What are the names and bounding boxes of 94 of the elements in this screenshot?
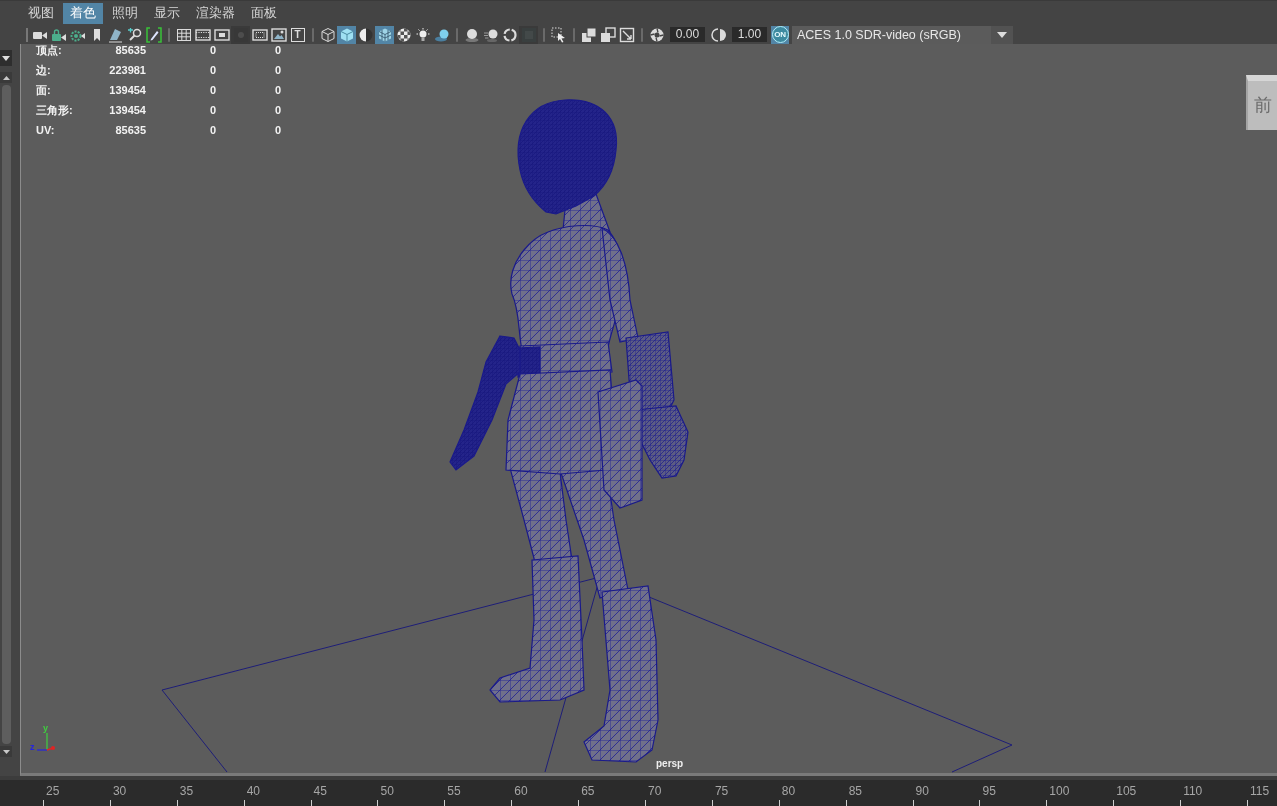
frame-number: 65 [580,784,595,798]
toolbar-button[interactable]: T [288,25,307,44]
arrow-down-icon [2,749,10,754]
frame-number: 110 [1182,784,1203,798]
axis-label: z [30,742,35,752]
toolbar-button[interactable] [709,25,728,44]
stat-value: 0 [208,123,216,138]
wireframe-shaded-cube-icon [376,26,393,43]
scrollbar-thumb[interactable] [1,85,11,744]
frame-number: 40 [245,784,261,798]
frame-number: 50 [379,784,394,798]
frame-number: 55 [446,784,461,798]
menu-item[interactable]: 面板 [244,3,284,24]
stat-label: UV: [36,123,56,138]
stat-value: 85635 [114,123,146,138]
axis-label: y [43,723,48,733]
square-arrow-icon [618,26,635,43]
dropdown[interactable]: ACES 1.0 SDR-video (sRGB) [792,25,1013,44]
toggle-button[interactable]: ON [771,25,789,44]
frame-number: 45 [312,784,327,798]
toolbar-button[interactable] [318,25,337,44]
frame-number: 25 [45,784,60,798]
stat-value: 223981 [108,63,146,78]
toolbar-button[interactable] [617,25,636,44]
menu-item[interactable]: 照明 [105,3,145,24]
frame-number: 105 [1115,784,1137,798]
menu-item[interactable]: 渲染器 [189,3,242,24]
frame-ruler[interactable]: 25 30 35 40 45 50 55 60 65 70 75 80 85 90 95 100 105 110 115 [0,776,1277,806]
axis-gizmo-icon [36,732,56,752]
scroll-up-button[interactable] [0,72,12,83]
viewport[interactable]: 顶点: 85635 0 0 边: 223981 0 0 面: 139454 0 0 三角形: 139454 0 0 UV: 85635 0 0 前 persp y z [20,44,1277,776]
frame-number: 115 [1249,784,1270,798]
half-circle-icon [710,26,727,43]
picture-icon [270,26,287,43]
number-field[interactable]: 1.00 [732,27,767,42]
frame-number: 70 [647,784,662,798]
frame-number: 95 [981,784,996,798]
frame-number: 30 [111,784,127,798]
frame-number: 75 [713,784,729,798]
frame-number: 35 [178,784,194,798]
stat-value: 0 [273,103,281,118]
scroll-down-button[interactable] [0,746,12,757]
checker-sphere-icon [395,26,412,43]
shaded-cube-icon [338,26,355,43]
toolbar-button[interactable] [579,25,598,44]
stat-value: 0 [208,103,216,118]
film-frame-icon [194,26,211,43]
wireframe-cube-icon [319,26,336,43]
magnifier-icon [126,26,143,43]
sphere-icon [463,26,480,43]
light-bulb-icon [414,26,431,43]
panel-menu-button[interactable] [0,50,12,66]
frame-number: 60 [513,784,528,798]
tilted-plane-icon [107,26,124,43]
stat-value: 0 [208,83,216,98]
stat-label: 顶点: [36,44,63,58]
stat-value: 139454 [108,83,146,98]
half-sphere-icon [357,26,374,43]
toolbar-button[interactable] [337,25,356,44]
ring-icon [501,26,518,43]
stat-value: 0 [273,63,281,78]
menu-item[interactable]: 着色 [63,3,103,24]
stat-value: 0 [273,83,281,98]
toolbar-button[interactable] [144,25,163,44]
stat-value: 0 [273,123,281,138]
toolbar-button[interactable] [647,25,666,44]
number-field[interactable]: 0.00 [670,27,705,42]
frame-number: 100 [1048,784,1070,798]
stat-value: 0 [273,44,281,58]
frame-number: 80 [780,784,796,798]
toolbar-button[interactable] [269,25,288,44]
stat-label: 面: [36,83,52,98]
arrow-up-icon [2,75,10,80]
stat-value: 139454 [108,103,146,118]
dashed-frame-icon [251,26,268,43]
frame-number: 85 [847,784,863,798]
camera-lock-icon [50,26,67,43]
outline-squares-icon [599,26,616,43]
stat-label: 三角形: [36,103,74,118]
frame-number: 90 [914,784,929,798]
camera-name-label: persp [656,758,684,770]
menu-item[interactable]: 显示 [147,3,187,24]
stat-label: 边: [36,63,52,78]
stat-value: 85635 [114,44,146,58]
stat-value: 0 [208,44,216,58]
menu-item[interactable]: 视图 [21,3,61,24]
toolbar-button[interactable] [375,25,394,44]
toolbar-button[interactable] [598,25,617,44]
caret-down-icon [2,55,10,61]
grid-icon [175,26,192,43]
selection-cursor-icon [550,26,567,43]
pencil-icon [145,26,162,43]
stat-value: 0 [208,63,216,78]
caret-down-icon [997,31,1007,38]
